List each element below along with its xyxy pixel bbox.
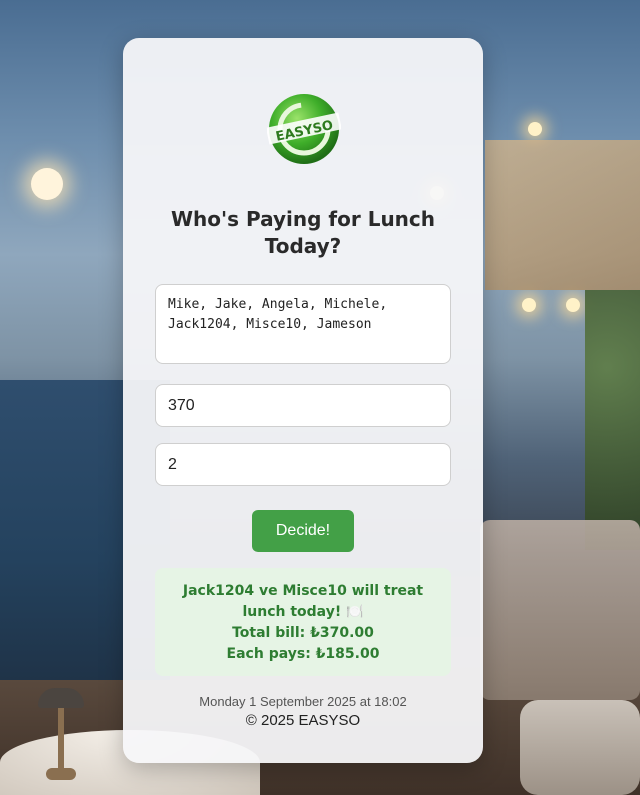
footer-datetime: Monday 1 September 2025 at 18:02: [199, 694, 407, 709]
background-moon: [31, 168, 63, 200]
background-light: [528, 122, 542, 136]
background-lamp: [38, 688, 84, 788]
result-panel: Jack1204 ve Misce10 will treat lunch tod…: [155, 568, 451, 676]
footer-copyright: © 2025 EASYSO: [245, 712, 361, 729]
result-each: Each pays: ₺185.00: [226, 646, 380, 662]
background-plants: [585, 290, 640, 550]
background-sofa: [480, 520, 640, 700]
main-card: EASYSO Who's Paying for Lunch Today? Mik…: [123, 38, 483, 763]
payer-count-input[interactable]: [155, 443, 451, 486]
result-total: Total bill: ₺370.00: [232, 625, 374, 641]
background-light: [566, 298, 580, 312]
background-chair: [520, 700, 640, 795]
page-title: Who's Paying for Lunch Today?: [170, 207, 436, 258]
result-payers: Jack1204 ve Misce10 will treat lunch tod…: [182, 583, 424, 620]
background-canopy: [485, 140, 640, 290]
names-input[interactable]: Mike, Jake, Angela, Michele, Jack1204, M…: [155, 284, 451, 364]
easyso-logo-icon: EASYSO: [267, 94, 341, 164]
bill-amount-input[interactable]: [155, 384, 451, 427]
decide-button[interactable]: Decide!: [252, 510, 354, 552]
background-light: [522, 298, 536, 312]
